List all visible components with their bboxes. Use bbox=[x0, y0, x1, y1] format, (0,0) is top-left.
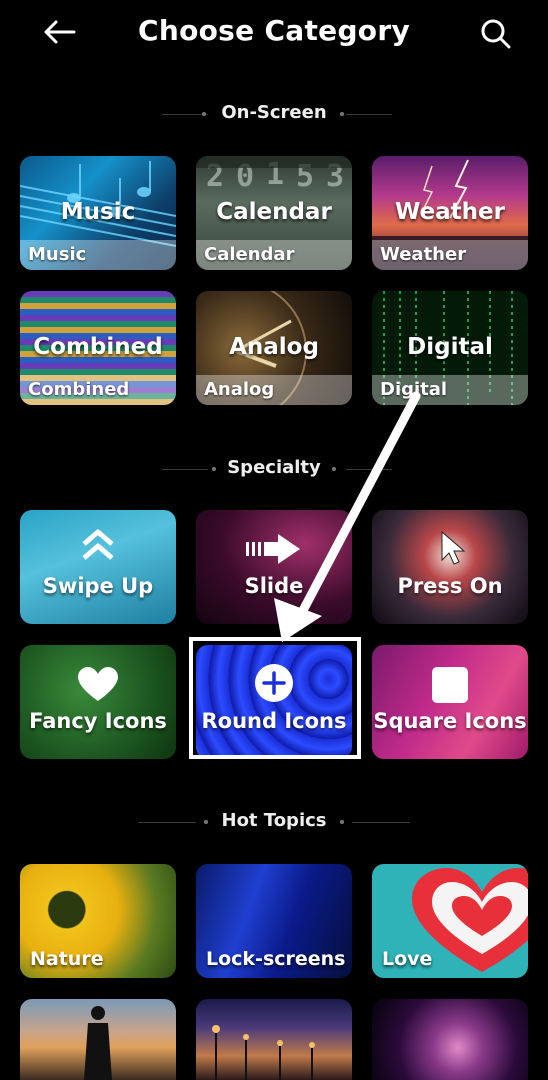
search-icon[interactable] bbox=[478, 16, 514, 52]
tile-caption: Calendar bbox=[204, 244, 295, 265]
tile-label: Swipe Up bbox=[42, 574, 154, 598]
section-title: Specialty bbox=[227, 457, 321, 478]
tile-label: Love bbox=[382, 948, 433, 970]
category-tile-analog[interactable]: Analog Analog bbox=[196, 291, 352, 405]
tile-label: Nature bbox=[30, 948, 104, 970]
tile-caption: Combined bbox=[28, 379, 130, 400]
arrow-right-icon bbox=[246, 534, 300, 564]
category-tile-lock-screens[interactable]: Lock-screens bbox=[196, 864, 352, 978]
category-tile-nature[interactable]: Nature bbox=[20, 864, 176, 978]
chevron-up-icon bbox=[82, 529, 114, 560]
category-tile-weather[interactable]: Weather Weather bbox=[372, 156, 528, 270]
tile-title: Calendar bbox=[216, 199, 332, 225]
tile-caption: Weather bbox=[380, 244, 467, 265]
tile-caption-bar: Analog bbox=[196, 375, 352, 405]
tile-title: Digital bbox=[407, 334, 493, 360]
category-tile-space[interactable] bbox=[372, 999, 528, 1080]
person-silhouette-art bbox=[84, 1006, 112, 1080]
section-title: On-Screen bbox=[221, 102, 327, 123]
page-title: Choose Category bbox=[137, 14, 411, 47]
tile-label: Press On bbox=[397, 574, 503, 598]
tile-caption-bar: Weather bbox=[372, 240, 528, 270]
tile-caption: Analog bbox=[204, 379, 275, 400]
tile-title: Music bbox=[60, 199, 136, 225]
category-tile-square-icons[interactable]: Square Icons bbox=[372, 645, 528, 759]
section-header-on-screen: On-Screen bbox=[0, 100, 548, 130]
cursor-icon bbox=[441, 530, 466, 565]
category-tile-slide[interactable]: Slide bbox=[196, 510, 352, 624]
highlight-frame bbox=[189, 637, 361, 759]
tile-label: Lock-screens bbox=[206, 948, 346, 970]
section-header-hot-topics: Hot Topics bbox=[0, 808, 548, 838]
tile-title: Weather bbox=[395, 199, 505, 225]
heart-icon bbox=[78, 667, 118, 701]
tile-caption: Music bbox=[28, 244, 87, 265]
tile-title: Combined bbox=[33, 334, 163, 360]
tile-caption-bar: Combined bbox=[20, 375, 176, 405]
category-tile-press-on[interactable]: Press On bbox=[372, 510, 528, 624]
tile-caption-bar: Digital bbox=[372, 375, 528, 405]
category-tile-combined[interactable]: Combined Combined bbox=[20, 291, 176, 405]
tile-title: Analog bbox=[229, 334, 319, 360]
category-tile-city[interactable] bbox=[196, 999, 352, 1080]
tile-caption-bar: Calendar bbox=[196, 240, 352, 270]
tile-caption: Digital bbox=[380, 379, 448, 400]
square-icon bbox=[432, 667, 468, 703]
category-tile-calendar[interactable]: 20153 Calendar Calendar bbox=[196, 156, 352, 270]
category-tile-fancy-icons[interactable]: Fancy Icons bbox=[20, 645, 176, 759]
tile-label: Slide bbox=[244, 574, 304, 598]
tile-caption-bar: Music bbox=[20, 240, 176, 270]
top-app-bar: Choose Category bbox=[0, 0, 548, 70]
tile-label: Fancy Icons bbox=[29, 709, 167, 733]
section-title: Hot Topics bbox=[221, 810, 327, 831]
category-tile-music[interactable]: Music Music bbox=[20, 156, 176, 270]
section-header-specialty: Specialty bbox=[0, 455, 548, 485]
lampposts-art bbox=[212, 1025, 315, 1080]
category-tile-swipe-up[interactable]: Swipe Up bbox=[20, 510, 176, 624]
category-tile-love[interactable]: Love bbox=[372, 864, 528, 978]
category-tile-digital[interactable]: Digital Digital bbox=[372, 291, 528, 405]
tile-label: Square Icons bbox=[373, 709, 527, 733]
category-tile-landscape[interactable] bbox=[20, 999, 176, 1080]
